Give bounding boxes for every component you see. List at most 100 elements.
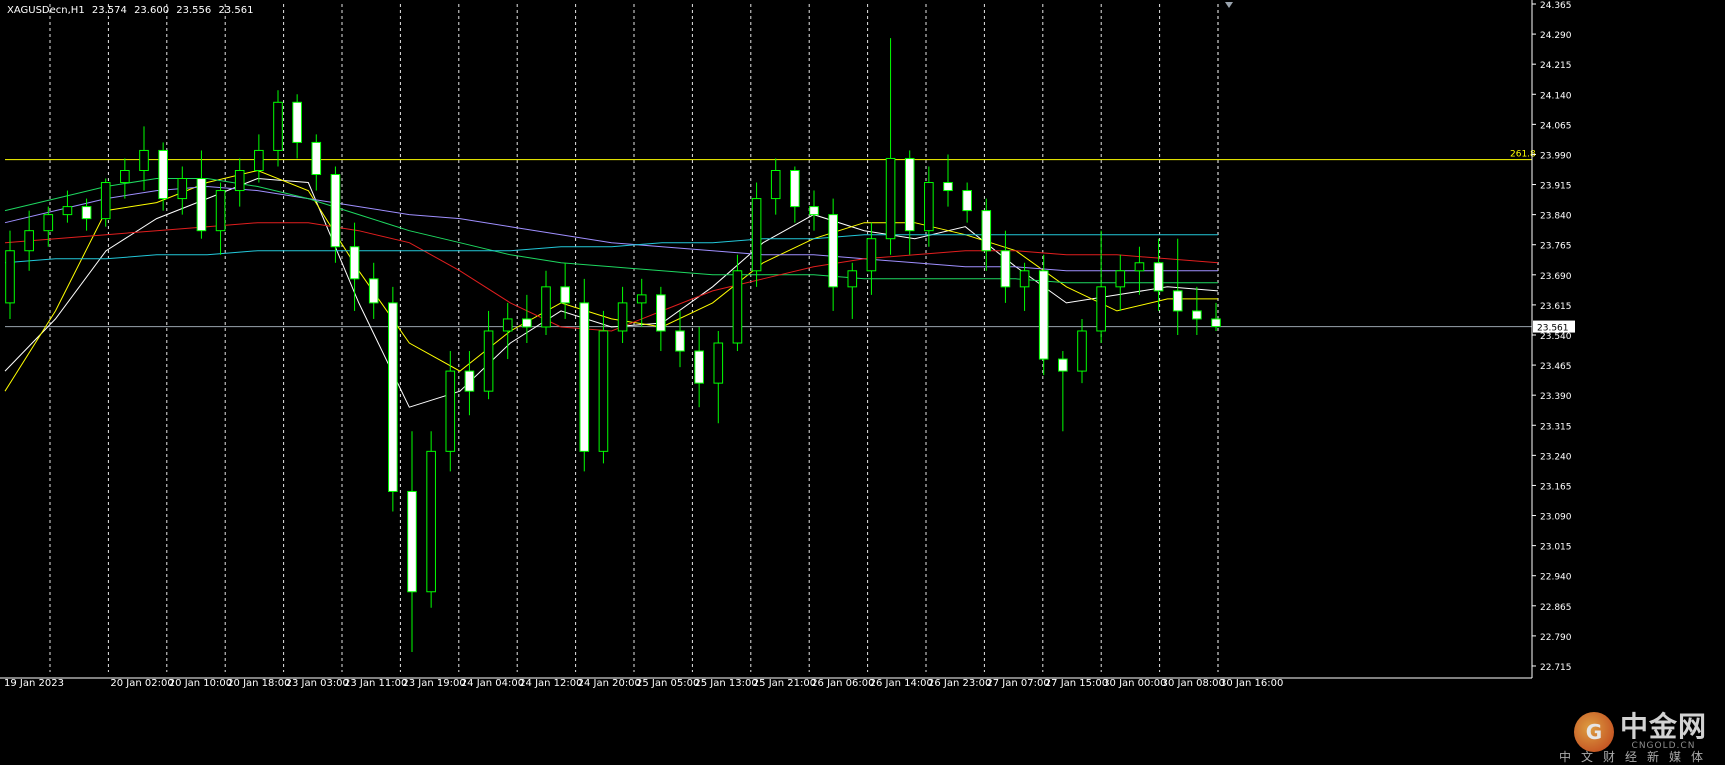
price-tick-label: 24.290: [1540, 31, 1572, 41]
candle-body: [5, 250, 15, 304]
time-label: 24 Jan 20:00: [578, 678, 641, 689]
price-tick-label: 22.715: [1540, 663, 1572, 673]
time-label: 30 Jan 00:00: [1103, 678, 1166, 689]
candle-body: [311, 141, 322, 176]
candle-body: [1172, 290, 1183, 312]
high-value: 23.600: [134, 5, 170, 16]
time-label: 26 Jan 06:00: [811, 678, 874, 689]
price-tick-label: 24.140: [1540, 91, 1572, 101]
time-label: 26 Jan 14:00: [870, 678, 933, 689]
candle-body: [464, 370, 475, 392]
time-label: 25 Jan 21:00: [753, 678, 816, 689]
open-value: 23.574: [91, 5, 127, 16]
price-tick-label: 23.015: [1540, 543, 1572, 553]
time-label: 20 Jan 10:00: [169, 678, 232, 689]
time-label: 25 Jan 05:00: [636, 678, 699, 689]
candle-body: [1077, 330, 1087, 372]
candle-body: [1192, 310, 1202, 320]
candle-body: [1000, 250, 1011, 288]
time-label: 26 Jan 23:00: [928, 678, 991, 689]
candle-body: [1058, 358, 1068, 372]
watermark-subtitle: 中文财经新媒体: [1558, 750, 1713, 764]
time-axis: 19 Jan 2023 20 Jan 02:0020 Jan 10:0020 Ja…: [4, 678, 1283, 689]
candle-body: [1211, 318, 1221, 328]
low-value: 23.556: [176, 5, 212, 16]
close-value: 23.561: [218, 5, 254, 16]
price-tick-label: 22.865: [1540, 603, 1572, 613]
time-label: 20 Jan 02:00: [110, 678, 173, 689]
candle-body: [1115, 270, 1126, 288]
candle-body: [1096, 286, 1106, 332]
candle-body: [100, 182, 111, 220]
candle-body: [617, 302, 628, 332]
candle-body: [885, 157, 896, 240]
candle-body: [598, 330, 609, 452]
candle-body: [656, 294, 666, 332]
price-tick-label: 24.065: [1540, 121, 1572, 131]
price-tick-label: 23.990: [1540, 151, 1572, 161]
candle-body: [828, 214, 838, 288]
symbol-label: XAGUSDecn,H1: [7, 5, 85, 16]
chart-background: [0, 0, 1725, 764]
candle-body: [407, 490, 417, 593]
candle-body: [924, 182, 934, 232]
candle-body: [120, 169, 130, 184]
candle-body: [81, 206, 92, 220]
candle-body: [254, 149, 264, 171]
candle-body: [483, 330, 494, 392]
candle-body: [330, 174, 341, 248]
candle-body: [1019, 270, 1030, 288]
time-label: 24 Jan 04:00: [461, 678, 524, 689]
watermark: G 中金网 CNGOLD.CN: [1573, 710, 1707, 752]
candle-body: [1038, 270, 1049, 360]
time-label: 20 Jan 18:00: [227, 678, 290, 689]
time-label: 27 Jan 07:00: [986, 678, 1049, 689]
symbol-info: XAGUSDecn,H1 23.574 23.600 23.556 23.561: [7, 5, 257, 16]
price-tick-label: 23.840: [1540, 212, 1572, 222]
candle-body: [579, 302, 590, 452]
candle-body: [962, 190, 972, 212]
time-label: 27 Jan 15:00: [1045, 678, 1108, 689]
candle-body: [541, 286, 551, 328]
candle-body: [43, 214, 54, 232]
candle-body: [636, 294, 647, 304]
candle-body: [943, 182, 953, 192]
candle-body: [62, 206, 73, 216]
cngold-logo-icon: G: [1573, 712, 1614, 752]
candle-body: [560, 286, 570, 304]
price-tick-label: 23.240: [1540, 452, 1572, 462]
candle-body: [177, 178, 188, 200]
candle-body: [981, 210, 992, 252]
price-tick-label: 23.465: [1540, 362, 1572, 372]
candle-body: [809, 206, 819, 216]
price-tick-label: 24.215: [1540, 61, 1572, 71]
candle-body: [904, 157, 915, 232]
candle-body: [368, 278, 379, 304]
time-label: 23 Jan 11:00: [344, 678, 407, 689]
candle-body: [694, 350, 704, 384]
time-label: 23 Jan 19:00: [402, 678, 465, 689]
candle-body: [139, 149, 149, 171]
price-tick-label: 23.540: [1540, 332, 1572, 342]
price-tick-label: 23.315: [1540, 422, 1572, 432]
candle-body: [426, 450, 436, 593]
candle-body: [770, 169, 781, 200]
candle-body: [349, 246, 360, 280]
candle-body: [234, 169, 245, 192]
watermark-brand: 中金网: [1619, 710, 1707, 743]
price-tick-label: 23.690: [1540, 272, 1572, 282]
candle-body: [751, 198, 762, 272]
price-tick-label: 24.365: [1540, 1, 1572, 11]
price-tick-label: 23.915: [1540, 182, 1572, 192]
time-label: 19 Jan 2023: [4, 678, 64, 689]
candle-body: [215, 190, 226, 232]
time-label: 24 Jan 12:00: [519, 678, 582, 689]
candle-body: [732, 270, 743, 344]
price-chart[interactable]: 261.823.561 24.36524.29024.21524.14024.0…: [0, 0, 1725, 764]
candle-body: [24, 230, 34, 252]
candle-body: [1134, 262, 1145, 272]
candle-body: [292, 101, 302, 143]
time-label: 30 Jan 16:00: [1220, 678, 1283, 689]
time-label: 30 Jan 08:00: [1162, 678, 1225, 689]
time-label: 25 Jan 13:00: [694, 678, 757, 689]
